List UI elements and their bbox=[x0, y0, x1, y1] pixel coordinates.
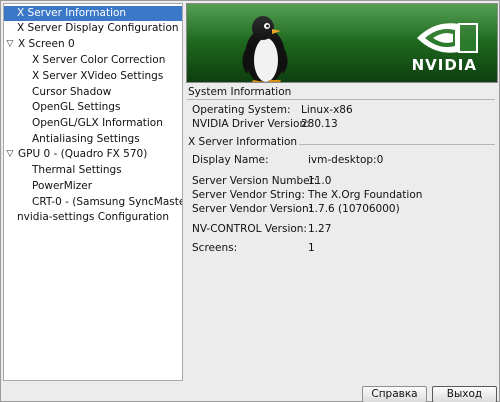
screens-value: 1 bbox=[308, 242, 315, 254]
expander-down-icon[interactable]: ▽ bbox=[5, 37, 15, 52]
expander-down-icon[interactable]: ▽ bbox=[5, 147, 15, 162]
section-divider bbox=[299, 144, 495, 145]
driver-version-value: 280.13 bbox=[301, 118, 338, 130]
os-value: Linux-x86 bbox=[301, 104, 353, 116]
nv-control-version-value: 1.27 bbox=[308, 223, 332, 235]
nv-control-version-label: NV-CONTROL Version: bbox=[192, 223, 307, 235]
display-name-value: ivm-desktop:0 bbox=[308, 154, 384, 166]
os-label: Operating System: bbox=[192, 104, 291, 116]
tree-item-opengl-settings[interactable]: OpenGL Settings bbox=[4, 100, 182, 115]
vendor-version-value: 1.7.6 (10706000) bbox=[308, 203, 400, 215]
vendor-version-label: Server Vendor Version: bbox=[192, 203, 313, 215]
tree-item-opengl-glx-information[interactable]: OpenGL/GLX Information bbox=[4, 116, 182, 131]
tree-item-label: X Server XVideo Settings bbox=[32, 70, 164, 82]
tree-item-powermizer[interactable]: PowerMizer bbox=[4, 179, 182, 194]
driver-version-label: NVIDIA Driver Version: bbox=[192, 118, 310, 130]
tree-item-antialiasing-settings[interactable]: Antialiasing Settings bbox=[4, 132, 182, 147]
help-button[interactable]: Справка bbox=[362, 386, 427, 402]
tree-item-label: CRT-0 - (Samsung SyncMaster) bbox=[32, 196, 183, 208]
tree-item-label: Antialiasing Settings bbox=[32, 133, 140, 145]
tree-item-x-screen-0[interactable]: ▽ X Screen 0 bbox=[4, 37, 182, 52]
tree-item-label: X Server Display Configuration bbox=[17, 22, 179, 34]
x-server-information-heading: X Server Information bbox=[188, 136, 298, 148]
tree-item-x-server-color-correction[interactable]: X Server Color Correction bbox=[4, 53, 182, 68]
tux-penguin-icon bbox=[242, 16, 288, 82]
section-divider bbox=[187, 99, 495, 100]
server-version-value: 11.0 bbox=[308, 175, 332, 187]
navigation-tree[interactable]: X Server Information X Server Display Co… bbox=[3, 3, 183, 381]
tree-item-label: Cursor Shadow bbox=[32, 86, 112, 98]
vendor-string-value: The X.Org Foundation bbox=[308, 189, 423, 201]
tree-item-label: OpenGL Settings bbox=[32, 101, 121, 113]
nvidia-settings-window: X Server Information X Server Display Co… bbox=[0, 0, 500, 402]
tree-item-crt-0[interactable]: CRT-0 - (Samsung SyncMaster) bbox=[4, 195, 182, 210]
tree-item-x-server-display-configuration[interactable]: X Server Display Configuration bbox=[4, 21, 182, 36]
tree-item-label: X Server Information bbox=[17, 7, 127, 19]
system-information-heading: System Information bbox=[188, 86, 292, 98]
tree-item-nvidia-settings-configuration[interactable]: nvidia-settings Configuration bbox=[4, 210, 182, 225]
tree-item-thermal-settings[interactable]: Thermal Settings bbox=[4, 163, 182, 178]
tree-item-label: X Screen 0 bbox=[18, 38, 75, 50]
tree-item-x-server-xvideo-settings[interactable]: X Server XVideo Settings bbox=[4, 69, 182, 84]
tree-item-label: GPU 0 - (Quadro FX 570) bbox=[18, 148, 148, 160]
server-version-label: Server Version Number: bbox=[192, 175, 318, 187]
tree-item-label: Thermal Settings bbox=[32, 164, 122, 176]
nvidia-banner: NVIDIA bbox=[186, 3, 498, 83]
vendor-string-label: Server Vendor String: bbox=[192, 189, 305, 201]
nvidia-eye-logo-icon bbox=[417, 23, 478, 53]
tree-item-x-server-information[interactable]: X Server Information bbox=[4, 6, 182, 21]
tree-item-gpu-0[interactable]: ▽ GPU 0 - (Quadro FX 570) bbox=[4, 147, 182, 162]
info-panel: System Information Operating System: Lin… bbox=[187, 85, 497, 381]
nvidia-logo-text: NVIDIA bbox=[411, 56, 477, 74]
tree-item-label: PowerMizer bbox=[32, 180, 93, 192]
tree-item-label: OpenGL/GLX Information bbox=[32, 117, 163, 129]
screens-label: Screens: bbox=[192, 242, 238, 254]
tree-item-label: X Server Color Correction bbox=[32, 54, 166, 66]
tree-item-label: nvidia-settings Configuration bbox=[17, 211, 170, 223]
tree-item-cursor-shadow[interactable]: Cursor Shadow bbox=[4, 85, 182, 100]
quit-button[interactable]: Выход bbox=[432, 386, 497, 402]
display-name-label: Display Name: bbox=[192, 154, 269, 166]
